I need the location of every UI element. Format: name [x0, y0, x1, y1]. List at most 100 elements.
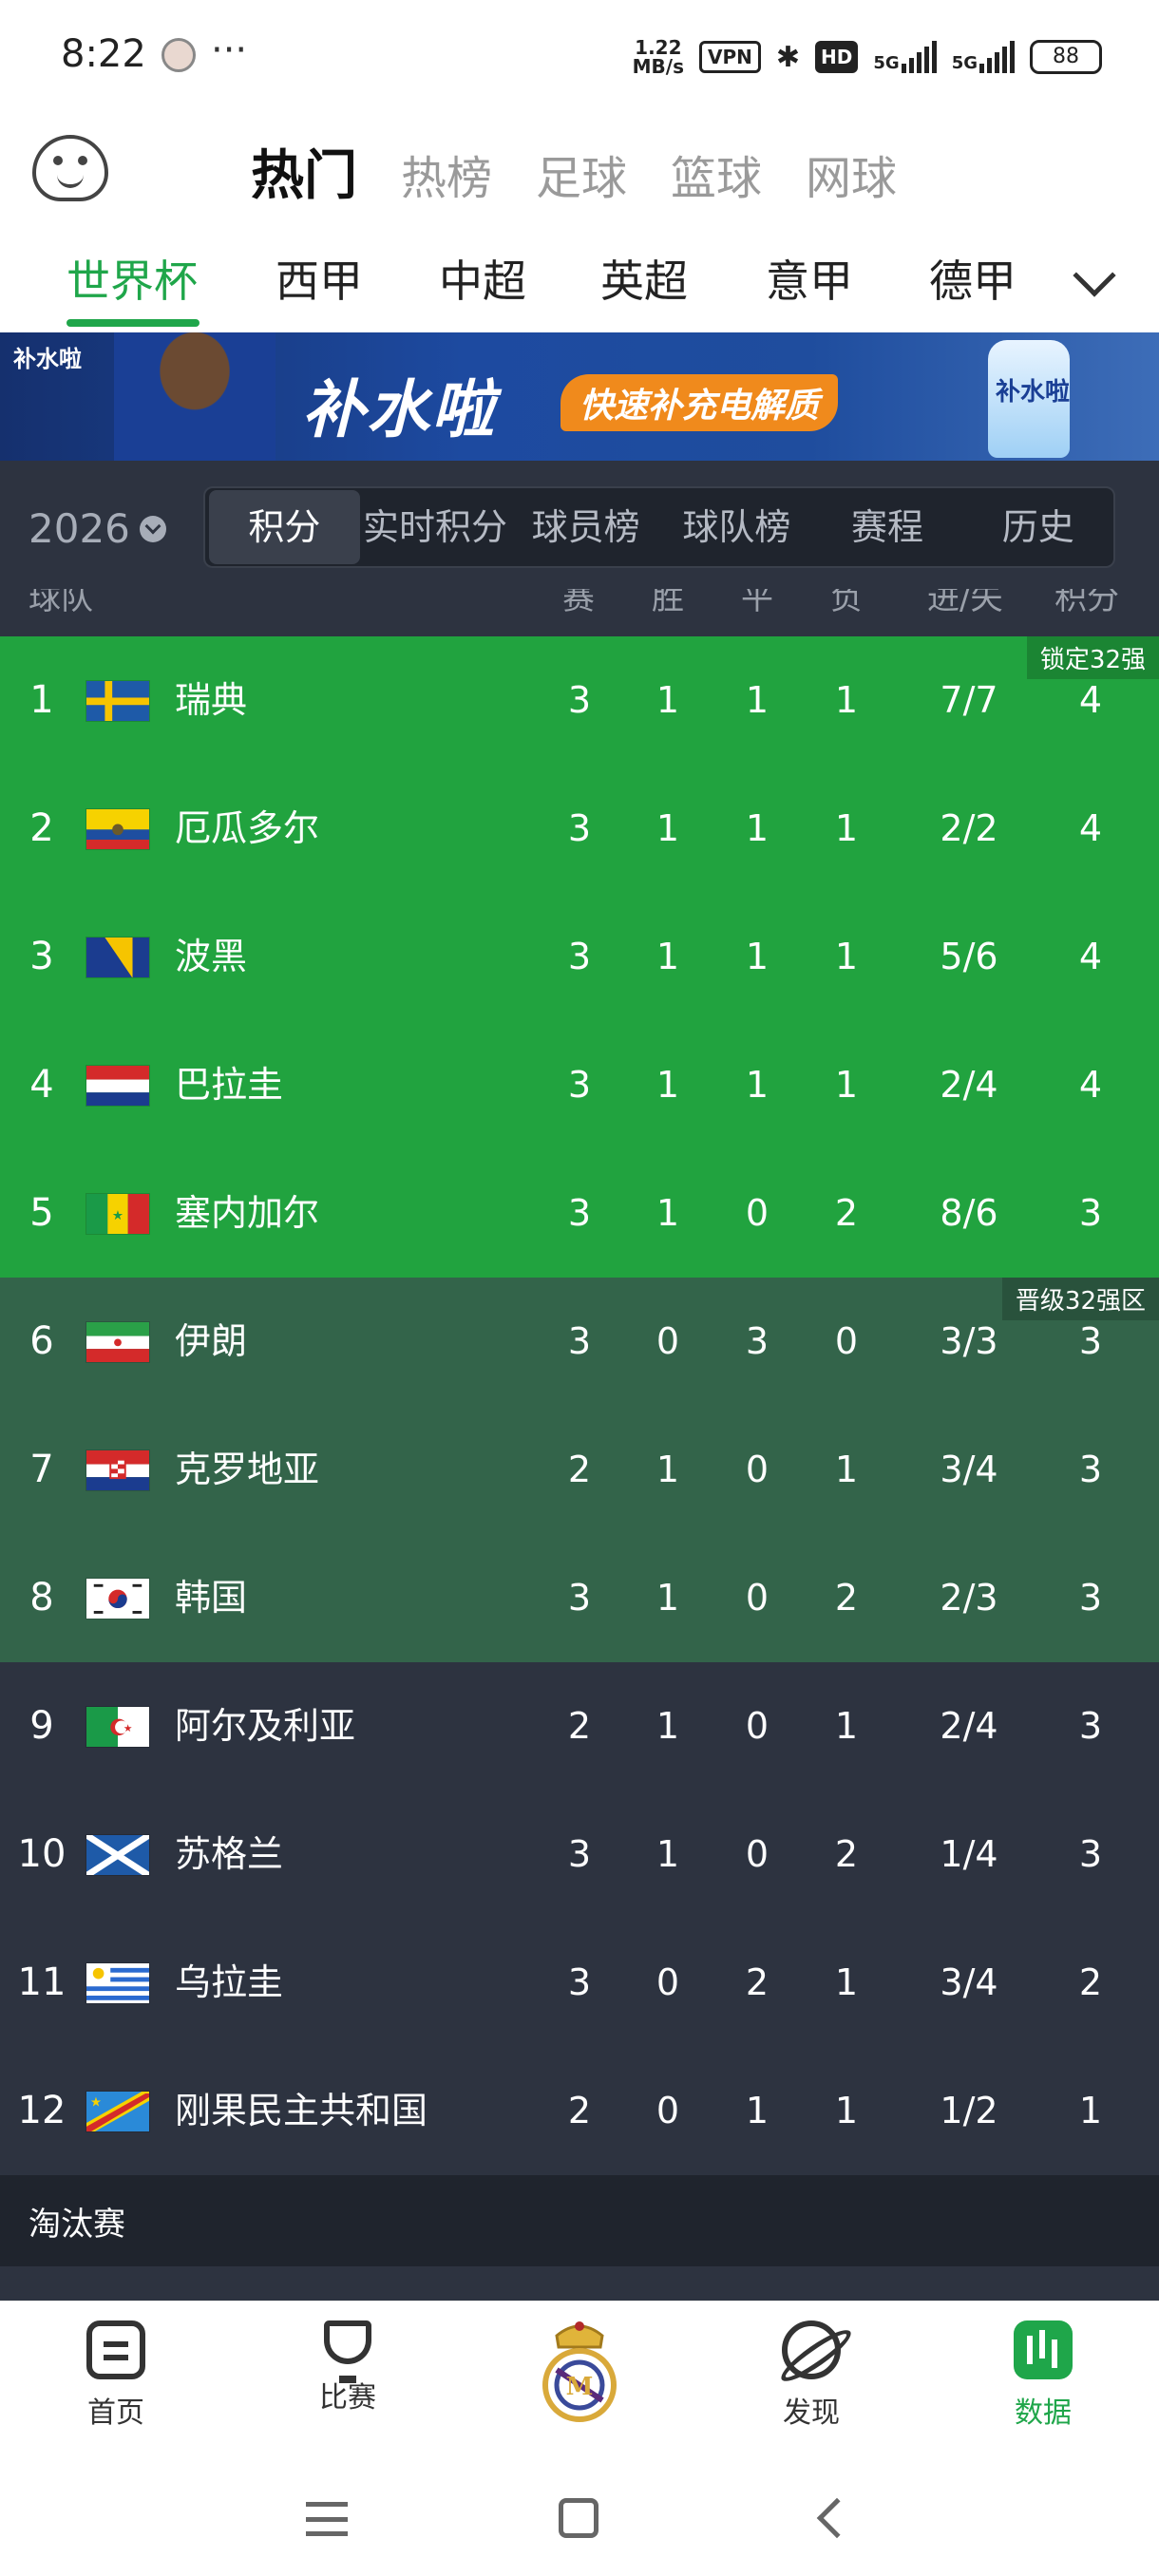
cell-played: 3: [567, 936, 592, 977]
knockout-section[interactable]: 淘汰赛: [0, 2175, 1159, 2266]
top-tab-3[interactable]: 篮球: [671, 141, 762, 207]
standings-tab-5[interactable]: 历史: [962, 490, 1113, 564]
cell-won: 1: [656, 1064, 680, 1106]
league-tab-2[interactable]: 中超: [439, 247, 526, 310]
cell-lost: 1: [834, 1449, 859, 1490]
notification-avatar-icon: [162, 38, 196, 72]
team-name: 伊朗: [175, 1320, 248, 1362]
team-name: 巴拉圭: [175, 1064, 284, 1106]
league-tab-0[interactable]: 世界杯: [66, 247, 198, 310]
nav-discover[interactable]: 发现: [745, 2320, 878, 2431]
cell-played: 2: [567, 1449, 592, 1490]
season-label: 2026: [28, 505, 130, 552]
standings-tab-4[interactable]: 赛程: [812, 490, 963, 564]
svg-text:★: ★: [124, 1722, 133, 1734]
table-row[interactable]: 2 厄瓜多尔 3 1 1 1 2/2 4: [0, 765, 1159, 893]
club-crest-icon[interactable]: M: [538, 2315, 621, 2427]
team-flag-icon: [86, 1962, 150, 2004]
table-row[interactable]: 4 巴拉圭 3 1 1 1 2/4 4: [0, 1021, 1159, 1149]
row-rank: 4: [29, 1063, 54, 1107]
table-row[interactable]: 8 韩国 3 1 0 2 2/3 3: [0, 1534, 1159, 1662]
cell-drawn: 1: [745, 679, 770, 721]
standings-tab-1[interactable]: 实时积分: [360, 490, 511, 564]
svg-text:★: ★: [90, 2095, 102, 2111]
row-rank: 9: [29, 1704, 54, 1748]
table-row[interactable]: 9 ★ 阿尔及利亚 2 1 0 1 2/4 3: [0, 1662, 1159, 1790]
menu-icon[interactable]: [306, 2502, 348, 2536]
cell-lost: 1: [834, 1705, 859, 1747]
vpn-icon: VPN: [699, 41, 761, 73]
league-tab-5[interactable]: 德甲: [929, 247, 1016, 310]
row-rank: 12: [17, 2089, 66, 2132]
team-name: 厄瓜多尔: [175, 807, 320, 849]
ad-banner[interactable]: 补水啦 补水啦 快速补充电解质 补水啦: [0, 332, 1159, 461]
league-tab-1[interactable]: 西甲: [276, 247, 363, 310]
home-square-icon[interactable]: [559, 2498, 598, 2538]
system-nav-bar: [0, 2464, 1159, 2576]
table-row[interactable]: 1 瑞典 3 1 1 1 7/7 4 锁定32强: [0, 636, 1159, 765]
cell-lost: 1: [834, 807, 859, 849]
cell-won: 0: [656, 1961, 680, 2003]
team-name: 乌拉圭: [175, 1961, 284, 2003]
signal-icon-2: 5G: [952, 41, 1015, 73]
standings-tab-2[interactable]: 球员榜: [510, 490, 661, 564]
cell-lost: 0: [834, 1320, 859, 1362]
top-tab-0[interactable]: 热门: [251, 133, 357, 210]
cell-drawn: 1: [745, 936, 770, 977]
cell-won: 1: [656, 1705, 680, 1747]
battery-icon: 88: [1030, 40, 1102, 74]
row-rank: 1: [29, 678, 54, 722]
table-row[interactable]: 3 波黑 3 1 1 1 5/6 4: [0, 893, 1159, 1021]
top-tab-4[interactable]: 网球: [806, 141, 897, 207]
team-name: 塞内加尔: [175, 1192, 320, 1234]
top-tab-2[interactable]: 足球: [536, 141, 627, 207]
nav-matches[interactable]: 比赛: [281, 2320, 414, 2415]
table-row[interactable]: 11 乌拉圭 3 0 2 1 3/4 2: [0, 1919, 1159, 2047]
cell-played: 3: [567, 1320, 592, 1362]
team-name: 苏格兰: [175, 1833, 284, 1875]
banner-title: 补水啦: [302, 373, 496, 446]
season-selector[interactable]: 2026: [28, 505, 166, 552]
cell-played: 3: [567, 1064, 592, 1106]
nav-data-label: 数据: [1015, 2396, 1072, 2430]
cell-won: 1: [656, 1192, 680, 1234]
team-name: 刚果民主共和国: [175, 2090, 428, 2131]
cell-goals: 5/6: [940, 936, 998, 977]
table-row[interactable]: 7 克罗地亚 2 1 0 1 3/4 3: [0, 1406, 1159, 1534]
cell-goals: 3/4: [940, 1961, 998, 2003]
team-flag-icon: [86, 1834, 150, 1876]
row-rank: 11: [17, 1960, 66, 2004]
league-tab-3[interactable]: 英超: [600, 247, 688, 310]
table-row[interactable]: 6 伊朗 3 0 3 0 3/3 3 晋级32强区: [0, 1278, 1159, 1406]
league-tab-4[interactable]: 意甲: [766, 247, 853, 310]
standings-tab-3[interactable]: 球队榜: [661, 490, 812, 564]
header-won: 胜: [652, 589, 684, 617]
cell-lost: 1: [834, 1064, 859, 1106]
mascot-avatar-icon[interactable]: [32, 135, 108, 201]
top-tab-1[interactable]: 热榜: [401, 141, 492, 207]
team-flag-icon: [86, 1065, 150, 1107]
table-row[interactable]: 12 ★ 刚果民主共和国 2 0 1 1 1/2 1: [0, 2047, 1159, 2175]
hd-icon: HD: [815, 41, 859, 73]
nav-data[interactable]: 数据: [977, 2320, 1110, 2431]
cell-drawn: 0: [745, 1833, 770, 1875]
cell-goals: 2/3: [940, 1577, 998, 1619]
team-name: 波黑: [175, 936, 248, 977]
back-icon[interactable]: [816, 2497, 858, 2539]
svg-text:★: ★: [112, 1208, 124, 1223]
team-flag-icon: [86, 937, 150, 978]
bar-chart-icon: [1014, 2320, 1073, 2379]
chevron-down-icon[interactable]: [1073, 254, 1116, 297]
cell-drawn: 3: [745, 1320, 770, 1362]
cell-drawn: 1: [745, 807, 770, 849]
header-points: 积分: [1054, 589, 1119, 617]
table-row[interactable]: 10 苏格兰 3 1 0 2 1/4 3: [0, 1790, 1159, 1919]
cell-won: 1: [656, 807, 680, 849]
table-row[interactable]: 5 ★ 塞内加尔 3 1 0 2 8/6 3: [0, 1149, 1159, 1278]
standings-tab-0[interactable]: 积分: [209, 490, 360, 564]
row-rank: 3: [29, 935, 54, 978]
cell-drawn: 0: [745, 1705, 770, 1747]
cell-won: 0: [656, 2090, 680, 2131]
banner-bottle-image: 补水啦: [988, 340, 1070, 458]
nav-home[interactable]: 首页: [49, 2320, 182, 2431]
